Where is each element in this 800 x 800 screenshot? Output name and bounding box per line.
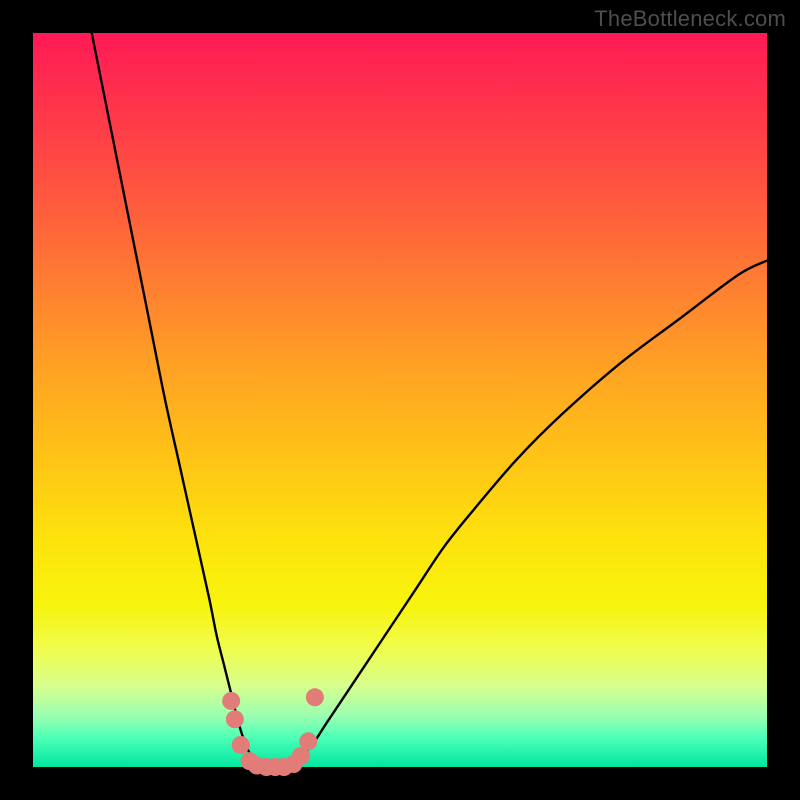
highlight-markers [222,688,324,776]
bottleneck-curve [92,33,767,768]
highlight-point [226,710,244,728]
highlight-point [306,688,324,706]
plot-area [33,33,767,767]
watermark-text: TheBottleneck.com [594,6,786,32]
chart-stage: TheBottleneck.com [0,0,800,800]
chart-svg [33,33,767,767]
highlight-point [299,732,317,750]
highlight-point [232,736,250,754]
highlight-point [222,692,240,710]
